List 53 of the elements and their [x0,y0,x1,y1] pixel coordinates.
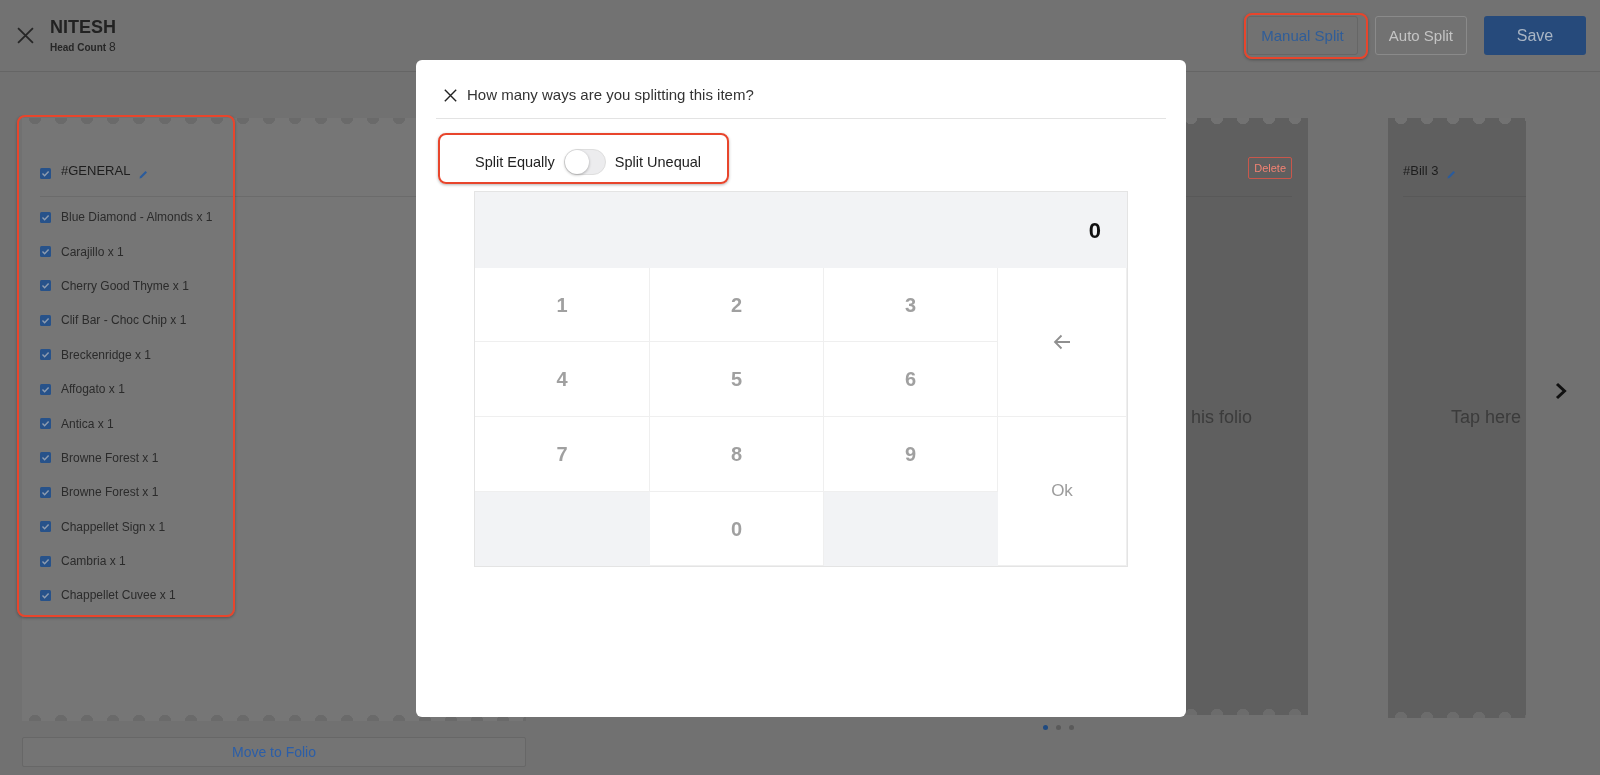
item-label: Chappellet Sign x 1 [61,518,166,536]
page-dot-icon[interactable] [1043,724,1048,730]
checkbox[interactable] [40,246,51,258]
split-mode-tab[interactable]: Manual Split [1247,16,1358,55]
guest-name: NITESH [50,16,116,37]
checkbox[interactable] [40,383,51,395]
checkbox[interactable] [40,211,51,223]
toggle-label: Split Equally [475,153,555,172]
item-label: Blue Diamond - Almonds x 1 [61,209,213,227]
folio-title: #GENERAL [61,163,131,179]
digit-key[interactable]: 7 [475,417,650,492]
item-label: Carajillo x 1 [61,243,124,261]
checkbox[interactable] [40,314,51,326]
item-label: Breckenridge x 1 [61,346,152,364]
item-label: Cambria x 1 [61,553,126,571]
item-label: Browne Forest x 1 [61,449,159,467]
item-label: Browne Forest x 1 [61,484,159,502]
checkbox[interactable] [40,555,51,567]
checkbox[interactable] [40,452,51,464]
dialog-title: How many ways are you splitting this item? [467,85,754,105]
digit-key[interactable]: 4 [475,342,650,417]
checkbox[interactable] [40,168,51,179]
checkbox[interactable] [40,280,51,292]
split-toggle[interactable] [563,149,606,175]
checkbox[interactable] [40,418,51,430]
chevron-right-icon[interactable] [1555,382,1567,400]
folio-title: #Bill 3 [1403,163,1439,179]
checkbox[interactable] [40,521,51,533]
digit-key[interactable]: 9 [824,417,998,492]
item-label: Antica x 1 [61,415,114,433]
digit-key[interactable]: 0 [650,492,824,566]
split-mode-tab[interactable]: Auto Split [1374,16,1467,55]
digit-key[interactable]: 6 [824,342,998,417]
checkbox[interactable] [40,349,51,361]
delete-button[interactable]: Delete [1248,157,1292,179]
save-button[interactable]: Save [1484,16,1586,55]
item-label: Affogato x 1 [61,381,125,399]
digit-key[interactable]: 2 [650,268,824,342]
item-label: Clif Bar - Choc Chip x 1 [61,312,187,330]
item-label: Cherry Good Thyme x 1 [61,277,189,295]
checkbox[interactable] [40,486,51,498]
toggle-label: Split Unequal [614,153,702,172]
item-label: Chappellet Cuvee x 1 [61,587,176,605]
pencil-icon[interactable] [139,170,149,179]
move-to-folio-button[interactable]: Move to Folio [22,737,526,767]
arrow-left-icon [1053,334,1071,350]
digit-key[interactable]: 3 [824,268,998,342]
digit-key[interactable]: 5 [650,342,824,417]
checkbox[interactable] [40,590,51,601]
close-icon[interactable] [444,88,457,102]
digit-key[interactable]: 1 [475,268,650,342]
head-count: Head Count 8 [50,39,116,55]
digit-key[interactable]: 8 [650,417,824,492]
